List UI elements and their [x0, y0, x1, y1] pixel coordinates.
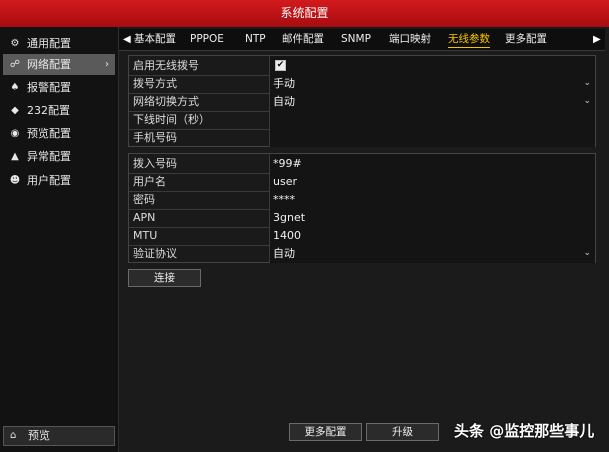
- access-number-input[interactable]: *99#: [269, 154, 595, 173]
- sidebar-item-label: 报警配置: [27, 81, 71, 94]
- dial-mode-value: 手动: [273, 77, 295, 90]
- users-icon: ☻: [9, 175, 21, 186]
- sidebar-item-label: 通用配置: [27, 37, 71, 50]
- sidebar-item-preview-config[interactable]: ◉ 预览配置: [3, 123, 115, 144]
- wireless-dial-group: 启用无线拨号 ✔ 拨号方式 手动 ⌄ 网络切换方式 自动 ⌄ 下线时间（秒） 手…: [128, 55, 596, 147]
- tab-basic[interactable]: 基本配置: [134, 29, 176, 50]
- network-icon: ☍: [9, 59, 21, 70]
- auth-protocol-select[interactable]: 自动 ⌄: [269, 244, 595, 263]
- home-icon: ⌂: [10, 430, 17, 441]
- form-row-enable-wireless: 启用无线拨号 ✔: [129, 56, 595, 76]
- connect-button[interactable]: 连接: [128, 269, 201, 287]
- sidebar-item-network[interactable]: ☍ 网络配置 ›: [3, 54, 115, 75]
- form-row-access-number: 拨入号码 *99#: [129, 154, 595, 174]
- gear-icon: ⚙: [10, 38, 20, 49]
- sidebar-item-label: 异常配置: [27, 150, 71, 163]
- form-row-offline-time: 下线时间（秒）: [129, 110, 595, 130]
- form-row-phone: 手机号码: [129, 128, 595, 147]
- tab-ntp[interactable]: NTP: [245, 29, 266, 50]
- form-row-mtu: MTU 1400: [129, 226, 595, 246]
- username-input[interactable]: user: [269, 172, 595, 191]
- password-input[interactable]: ****: [269, 190, 595, 209]
- tab-snmp[interactable]: SNMP: [341, 29, 371, 50]
- form-row-switch-mode: 网络切换方式 自动 ⌄: [129, 92, 595, 112]
- sidebar-item-label: 用户配置: [27, 174, 71, 187]
- apn-input[interactable]: 3gnet: [269, 208, 595, 227]
- field-label: 拨入号码: [133, 157, 177, 170]
- field-label: MTU: [133, 229, 158, 242]
- enable-wireless-cell: ✔: [269, 56, 595, 75]
- field-label: 用户名: [133, 175, 166, 188]
- mtu-input[interactable]: 1400: [269, 226, 595, 245]
- preview-icon: ◉: [10, 128, 20, 139]
- tab-port-mapping[interactable]: 端口映射: [389, 29, 431, 50]
- field-label: 网络切换方式: [133, 95, 199, 108]
- rs232-icon: ◆: [11, 105, 19, 116]
- sidebar-item-label: 232配置: [27, 104, 70, 117]
- window-title-bar: 系统配置: [0, 0, 609, 27]
- form-row-apn: APN 3gnet: [129, 208, 595, 228]
- window-title: 系统配置: [280, 6, 329, 20]
- sidebar-item-label: 预览配置: [27, 127, 71, 140]
- sidebar-item-users[interactable]: ☻ 用户配置: [3, 170, 115, 191]
- watermark: 头条 @监控那些事儿: [454, 422, 595, 440]
- sidebar-item-rs232[interactable]: ◆ 232配置: [3, 100, 115, 121]
- dial-params-group: 拨入号码 *99# 用户名 user 密码 **** APN 3gnet MTU…: [128, 153, 596, 263]
- enable-wireless-checkbox[interactable]: ✔: [275, 60, 286, 71]
- field-label: 验证协议: [133, 247, 177, 260]
- form-row-dial-mode: 拨号方式 手动 ⌄: [129, 74, 595, 94]
- form-row-auth-protocol: 验证协议 自动 ⌄: [129, 244, 595, 263]
- chevron-down-icon: ⌄: [583, 78, 591, 88]
- alarm-icon: ♠: [10, 82, 20, 93]
- form-row-username: 用户名 user: [129, 172, 595, 192]
- field-label: 下线时间（秒）: [133, 113, 210, 126]
- field-label: 拨号方式: [133, 77, 177, 90]
- field-label: 启用无线拨号: [133, 59, 199, 72]
- tab-scroll-left-icon[interactable]: ◀: [123, 29, 131, 50]
- sidebar-item-exception[interactable]: ▲ 异常配置: [3, 146, 115, 167]
- form-row-password: 密码 ****: [129, 190, 595, 210]
- offline-time-input[interactable]: [269, 110, 595, 129]
- tab-more[interactable]: 更多配置: [505, 29, 547, 50]
- tab-wireless[interactable]: 无线参数: [448, 29, 490, 50]
- dial-mode-select[interactable]: 手动 ⌄: [269, 74, 595, 93]
- chevron-down-icon: ⌄: [583, 248, 591, 258]
- phone-number-input[interactable]: [269, 128, 595, 147]
- sidebar-item-general[interactable]: ⚙ 通用配置: [3, 33, 115, 54]
- tab-pppoe[interactable]: PPPOE: [190, 29, 224, 50]
- tab-email[interactable]: 邮件配置: [282, 29, 324, 50]
- chevron-down-icon: ⌄: [583, 96, 591, 106]
- sidebar-item-label: 网络配置: [27, 58, 71, 71]
- field-label: APN: [133, 211, 156, 224]
- chevron-right-icon: ›: [105, 59, 109, 70]
- upgrade-button[interactable]: 升级: [366, 423, 439, 441]
- warning-icon: ▲: [11, 151, 19, 162]
- more-config-button[interactable]: 更多配置: [289, 423, 362, 441]
- field-label: 手机号码: [133, 131, 177, 144]
- tab-scroll-right-icon[interactable]: ▶: [593, 29, 601, 50]
- field-label: 密码: [133, 193, 155, 206]
- auth-protocol-value: 自动: [273, 247, 295, 260]
- tab-bar: ◀ 基本配置 PPPOE NTP 邮件配置 SNMP 端口映射 无线参数 更多配…: [119, 29, 605, 51]
- preview-button-label: 预览: [28, 429, 50, 442]
- switch-mode-value: 自动: [273, 95, 295, 108]
- sidebar-item-alarm[interactable]: ♠ 报警配置: [3, 77, 115, 98]
- sidebar: ⚙ 通用配置 ☍ 网络配置 › ♠ 报警配置 ◆ 232配置 ◉ 预览配置 ▲ …: [0, 27, 119, 452]
- switch-mode-select[interactable]: 自动 ⌄: [269, 92, 595, 111]
- preview-button[interactable]: ⌂ 预览: [3, 426, 115, 446]
